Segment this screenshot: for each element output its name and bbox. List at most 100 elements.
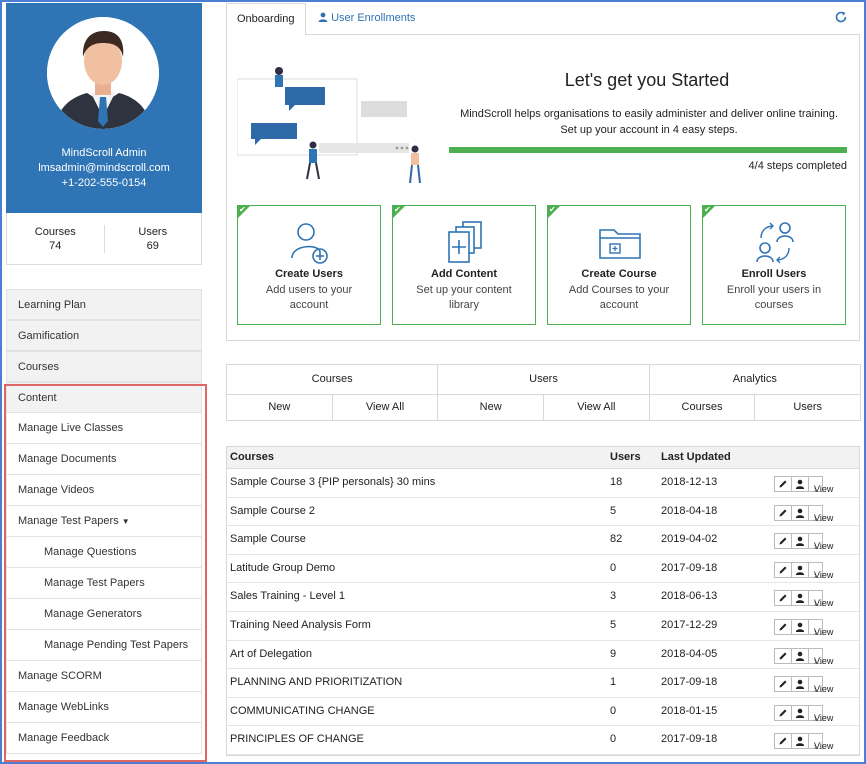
enroll-user-button[interactable] [791, 676, 809, 693]
grid-header-row: Courses Users Analytics [226, 364, 861, 395]
card-add-content[interactable]: ✔ Add Content Set up your content librar… [392, 205, 536, 325]
nav-sub-manage-test-papers[interactable]: Manage Test Papers [6, 568, 202, 599]
nav-content[interactable]: Content [6, 382, 202, 413]
avatar[interactable] [47, 17, 159, 129]
view-button[interactable]: View › [808, 561, 833, 580]
folder-icon [599, 229, 641, 259]
user-icon [795, 508, 805, 518]
course-name-cell[interactable]: PLANNING AND PRIORITIZATION [230, 672, 402, 692]
enroll-user-button[interactable] [791, 647, 809, 664]
nav-manage-weblinks[interactable]: Manage WebLinks [6, 692, 202, 723]
course-name-cell[interactable]: COMMUNICATING CHANGE [230, 701, 375, 721]
user-icon [795, 651, 805, 661]
edit-button[interactable] [774, 476, 792, 492]
profile-email: lmsadmin@mindscroll.com [38, 162, 170, 174]
view-button[interactable]: View › [808, 590, 833, 608]
user-icon [795, 679, 805, 690]
card-enroll-users[interactable]: ✔ Enroll Users Enroll your users in cour… [702, 205, 846, 325]
progress-text: 4/4 steps completed [748, 160, 847, 172]
enroll-user-button[interactable] [791, 561, 809, 578]
quick-links-grid: Courses Users Analytics New View All New… [226, 364, 862, 421]
last-updated-cell: 2017-09-18 [661, 676, 718, 689]
analytics-courses-button[interactable]: Courses [648, 394, 756, 421]
enroll-user-button[interactable] [791, 476, 809, 492]
view-button[interactable]: View › [808, 618, 833, 637]
stat-users[interactable]: Users 69 [103, 224, 202, 253]
row-actions: View › [774, 647, 833, 666]
course-name-cell[interactable]: Sample Course [230, 529, 306, 549]
course-name-cell[interactable]: Sample Course 3 {PIP personals} 30 mins [230, 472, 435, 492]
view-button[interactable]: View › [808, 504, 833, 523]
row-actions: View › [774, 618, 833, 637]
tab-onboarding[interactable]: Onboarding [226, 3, 306, 36]
edit-button[interactable] [774, 704, 792, 721]
courses-new-button[interactable]: New [226, 394, 333, 421]
edit-button[interactable] [774, 561, 792, 578]
edit-button[interactable] [774, 533, 792, 550]
card-description: Add users to your account [265, 284, 353, 311]
edit-button[interactable] [774, 733, 792, 750]
card-title: Create Users [275, 268, 343, 280]
edit-button[interactable] [774, 590, 792, 607]
nav-manage-scorm[interactable]: Manage SCORM [6, 661, 202, 692]
column-header-users[interactable]: Users [610, 447, 641, 467]
course-name-cell[interactable]: Training Need Analysis Form [230, 615, 371, 635]
users-count-cell: 0 [610, 733, 617, 746]
edit-button[interactable] [774, 676, 792, 693]
view-button[interactable]: View › [808, 476, 833, 494]
view-button[interactable]: View › [808, 533, 833, 551]
edit-button[interactable] [774, 504, 792, 521]
nav-sub-manage-generators[interactable]: Manage Generators [6, 599, 202, 630]
stat-courses[interactable]: Courses 74 [7, 225, 104, 253]
view-button[interactable]: View › [808, 676, 833, 694]
nav-manage-test-papers[interactable]: Manage Test Papers ▼ [6, 506, 202, 537]
stat-users-label: Users [138, 225, 168, 238]
enroll-user-button[interactable] [791, 504, 809, 521]
enroll-user-button[interactable] [791, 733, 809, 750]
users-view-all-button[interactable]: View All [543, 394, 650, 421]
column-header-courses[interactable]: Courses [230, 447, 274, 467]
chevron-right-icon: › [814, 655, 817, 666]
courses-view-all-button[interactable]: View All [331, 394, 439, 421]
course-name-cell[interactable]: Sample Course 2 [230, 501, 315, 521]
nav-manage-videos[interactable]: Manage Videos [6, 475, 202, 506]
pencil-icon [779, 623, 787, 631]
column-header-last-updated[interactable]: Last Updated [661, 447, 731, 467]
course-name-cell[interactable]: Sales Training - Level 1 [230, 586, 345, 606]
edit-button[interactable] [774, 647, 792, 664]
tab-user-enrollments[interactable]: User Enrollments [308, 3, 425, 36]
nav-manage-documents[interactable]: Manage Documents [6, 444, 202, 475]
refresh-icon[interactable] [834, 10, 848, 24]
nav-manage-live-classes[interactable]: Manage Live Classes [6, 413, 202, 444]
enroll-user-button[interactable] [791, 590, 809, 607]
course-name-cell[interactable]: PRINCIPLES OF CHANGE [230, 729, 364, 749]
course-name-cell[interactable]: Art of Delegation [230, 644, 312, 664]
course-name-cell[interactable]: Latitude Group Demo [230, 558, 335, 578]
users-new-button[interactable]: New [437, 394, 545, 421]
edit-button[interactable] [774, 618, 792, 635]
nav-gamification[interactable]: Gamification [6, 320, 202, 351]
row-actions: View › [774, 561, 833, 580]
nav-courses[interactable]: Courses [6, 351, 202, 382]
enroll-user-button[interactable] [791, 618, 809, 635]
nav-manage-feedback[interactable]: Manage Feedback [6, 723, 202, 754]
last-updated-cell: 2018-04-18 [661, 504, 718, 517]
view-button[interactable]: View › [808, 647, 833, 666]
chevron-right-icon: › [814, 684, 817, 695]
nav-sub-manage-pending-test-papers[interactable]: Manage Pending Test Papers [6, 630, 202, 661]
table-row: COMMUNICATING CHANGE 0 2018-01-15 View › [227, 698, 859, 727]
card-create-users[interactable]: ✔ Create Users Add users to your account [237, 205, 381, 325]
user-icon [318, 12, 328, 22]
table-row: Sample Course 82 2019-04-02 View › [227, 526, 859, 555]
enroll-user-button[interactable] [791, 704, 809, 721]
onboarding-panel: Let's get you Started MindScroll helps o… [226, 35, 860, 341]
card-create-course[interactable]: ✔ Create Course Add Courses to your acco… [547, 205, 691, 325]
nav-learning-plan[interactable]: Learning Plan [6, 289, 202, 320]
check-icon: ✔ [704, 205, 711, 214]
nav-sub-manage-questions[interactable]: Manage Questions [6, 537, 202, 568]
enroll-user-button[interactable] [791, 533, 809, 550]
analytics-users-button[interactable]: Users [754, 394, 862, 421]
pencil-icon [779, 737, 787, 745]
view-button[interactable]: View › [808, 733, 833, 751]
view-button[interactable]: View › [808, 704, 833, 723]
